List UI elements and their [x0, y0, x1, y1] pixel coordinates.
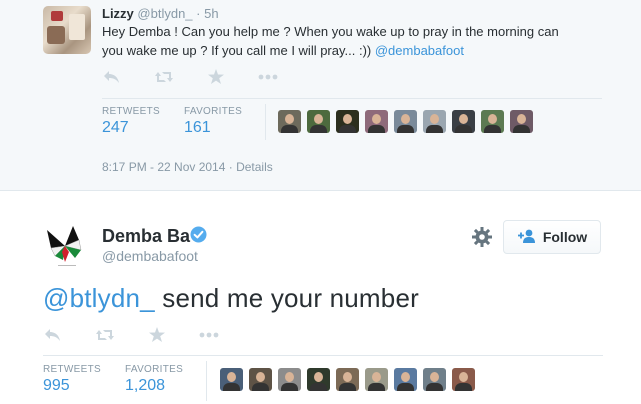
reply-icon[interactable]	[44, 328, 61, 342]
reply-icon[interactable]	[103, 70, 120, 84]
mention-link[interactable]: @dembabafoot	[375, 43, 464, 58]
follow-label: Follow	[542, 229, 588, 245]
favoriter-avatar[interactable]	[510, 110, 533, 133]
favoriter-avatar[interactable]	[423, 110, 446, 133]
favorite-icon[interactable]	[149, 327, 165, 342]
retweet-icon[interactable]	[154, 70, 174, 84]
favoriter-avatar[interactable]	[452, 368, 475, 391]
author-name[interactable]: Lizzy	[102, 6, 134, 21]
favoriter-avatar[interactable]	[336, 368, 359, 391]
favorites-count[interactable]: 1,208	[125, 377, 165, 395]
verified-badge-icon	[190, 226, 207, 243]
author-handle[interactable]: @btlydn_	[137, 6, 192, 21]
follow-person-icon	[517, 229, 537, 246]
details-link[interactable]: Details	[236, 160, 273, 174]
favoriter-avatar[interactable]	[336, 110, 359, 133]
tweet-text-line1: Hey Demba ! Can you help me ? When you w…	[102, 24, 559, 39]
favoriter-avatar[interactable]	[307, 110, 330, 133]
favoriter-avatar[interactable]	[249, 368, 272, 391]
retweets-label: RETWEETS	[43, 364, 101, 375]
avatar[interactable]	[43, 6, 91, 54]
more-icon[interactable]	[258, 74, 278, 80]
favorites-label: FAVORITES	[184, 106, 243, 117]
more-icon[interactable]	[199, 332, 219, 338]
avatar[interactable]	[43, 222, 91, 270]
author-name[interactable]: Demba Ba	[102, 226, 190, 247]
favoriter-avatar[interactable]	[278, 110, 301, 133]
author-handle[interactable]: @dembabafoot	[102, 248, 198, 264]
tweet-text-plain: send me your number	[154, 283, 419, 313]
tweet-actions	[103, 69, 278, 84]
tweet-header: Lizzy @btlydn_ · 5h	[102, 6, 219, 21]
favoriter-avatar[interactable]	[452, 110, 475, 133]
mention-link[interactable]: @btlydn_	[43, 283, 155, 313]
retweets-count[interactable]: 995	[43, 377, 70, 395]
favoriter-avatar[interactable]	[394, 110, 417, 133]
favoriter-avatar[interactable]	[423, 368, 446, 391]
favorite-icon[interactable]	[208, 69, 224, 84]
gear-icon[interactable]	[471, 226, 493, 248]
tweet-text-line2: you wake me up ? If you call me I will p…	[102, 43, 375, 58]
favoriters-list	[278, 110, 533, 133]
retweets-count[interactable]: 247	[102, 119, 129, 137]
favoriter-avatar[interactable]	[307, 368, 330, 391]
favoriter-avatar[interactable]	[278, 368, 301, 391]
divider	[206, 361, 207, 401]
favoriter-avatar[interactable]	[220, 368, 243, 391]
separator: ·	[196, 6, 201, 21]
favorites-label: FAVORITES	[125, 364, 184, 375]
divider	[102, 98, 602, 99]
favoriter-avatar[interactable]	[365, 110, 388, 133]
favoriters-list	[220, 368, 475, 391]
timestamp[interactable]: 8:17 PM - 22 Nov 2014	[102, 160, 225, 174]
favoriter-avatar[interactable]	[394, 368, 417, 391]
tweet-time[interactable]: 5h	[204, 6, 218, 21]
parent-tweet: Lizzy @btlydn_ · 5h Hey Demba ! Can you …	[0, 0, 641, 191]
retweets-label: RETWEETS	[102, 106, 160, 117]
favoriter-avatar[interactable]	[481, 110, 504, 133]
tweet-text: Hey Demba ! Can you help me ? When you w…	[102, 22, 622, 60]
separator: ·	[225, 160, 237, 174]
tweet-timestamp-row: 8:17 PM - 22 Nov 2014 · Details	[102, 160, 273, 174]
retweet-icon[interactable]	[95, 328, 115, 342]
favoriter-avatar[interactable]	[365, 368, 388, 391]
divider	[43, 355, 603, 356]
tweet-actions	[44, 327, 219, 342]
tweet-text: @btlydn_ send me your number	[43, 283, 419, 314]
divider	[265, 104, 266, 140]
favorites-count[interactable]: 161	[184, 119, 211, 137]
follow-button[interactable]: Follow	[503, 220, 601, 254]
